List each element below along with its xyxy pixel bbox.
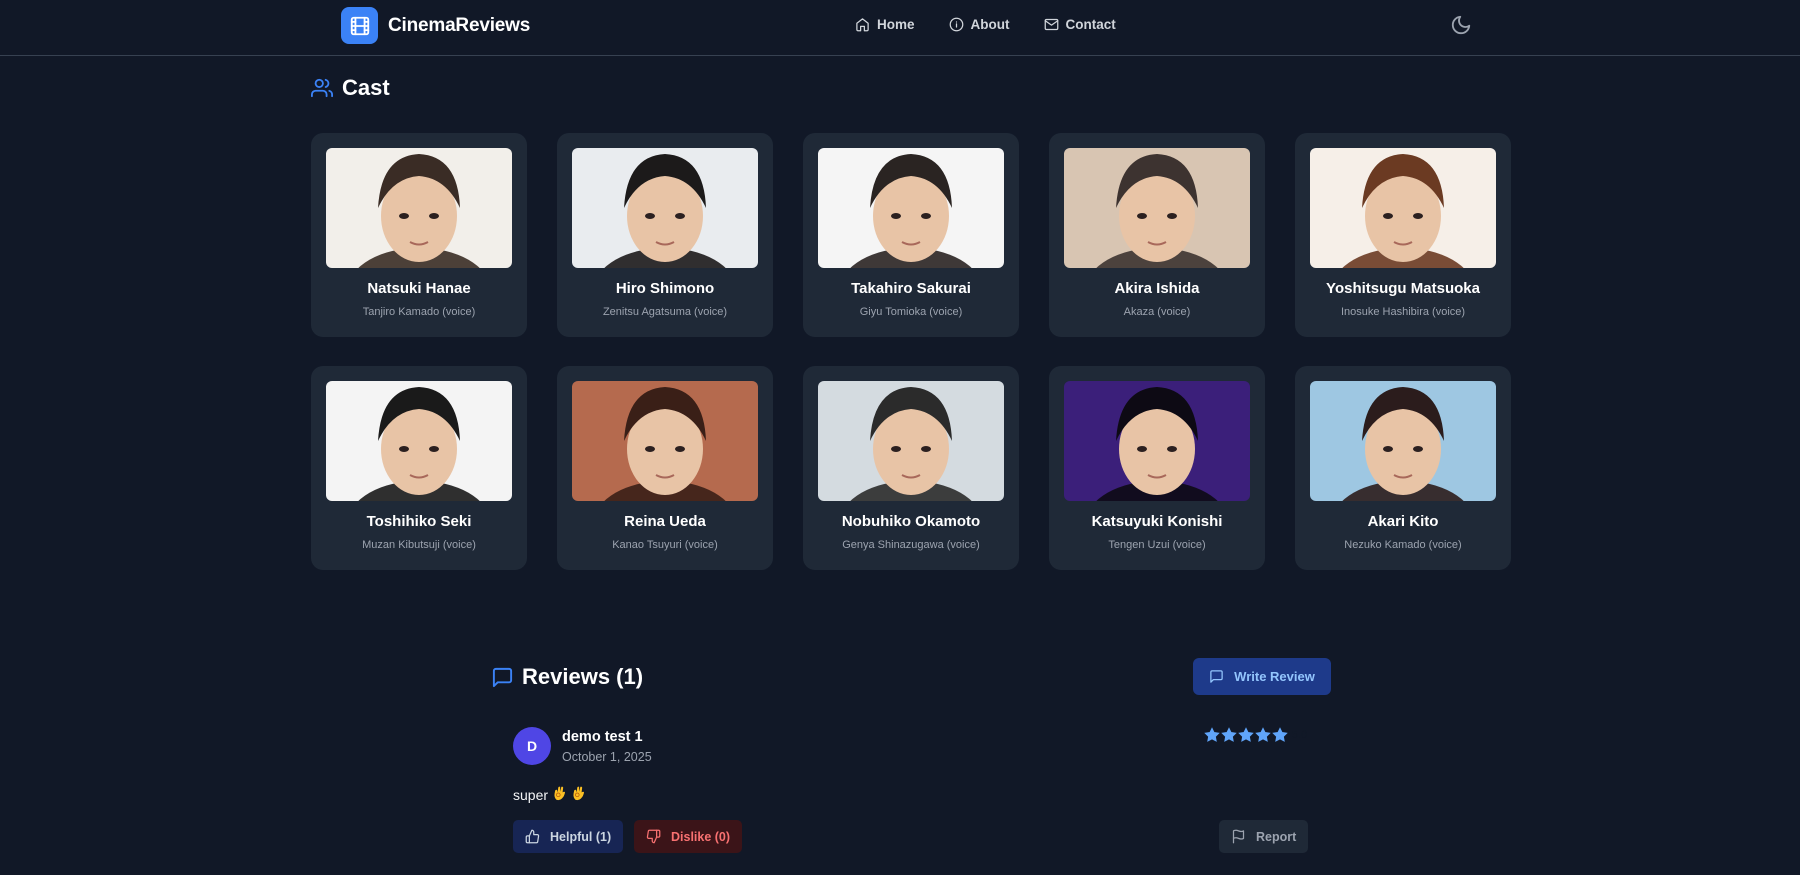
- flag-icon: [1232, 829, 1245, 844]
- report-button[interactable]: Report: [1219, 820, 1309, 853]
- theme-toggle-button[interactable]: [1450, 14, 1474, 38]
- cast-card[interactable]: Akira Ishida Akaza (voice): [1049, 133, 1265, 337]
- actor-photo: [1064, 381, 1250, 501]
- actor-role: Giyu Tomioka (voice): [859, 306, 963, 318]
- actor-name: Yoshitsugu Matsuoka: [1326, 280, 1480, 297]
- cast-card[interactable]: Toshihiko Seki Muzan Kibutsuji (voice): [311, 366, 527, 570]
- actor-photo: [326, 381, 512, 501]
- star-icon: [1238, 727, 1254, 742]
- reviews-title: Reviews (1): [522, 664, 644, 689]
- helpful-label: Helpful (1): [550, 829, 612, 844]
- thumbs-up-icon: [525, 829, 540, 844]
- actor-role: Nezuko Kamado (voice): [1344, 539, 1462, 551]
- write-review-label: Write Review: [1234, 669, 1315, 684]
- reviewer-name[interactable]: demo test 1: [562, 729, 643, 745]
- dislike-button[interactable]: Dislike (0): [634, 820, 743, 853]
- actor-photo: [1310, 381, 1496, 501]
- mail-icon: [1044, 18, 1058, 31]
- review-body: super: [513, 786, 549, 803]
- actor-photo: [818, 148, 1004, 268]
- ok-hand-icon: [552, 785, 567, 804]
- actor-photo: [326, 148, 512, 268]
- actor-name: Takahiro Sakurai: [851, 280, 971, 297]
- cast-title: Cast: [342, 75, 390, 100]
- message-square-icon: [492, 667, 513, 687]
- star-icon: [1204, 727, 1220, 742]
- brand-name: CinemaReviews: [388, 14, 531, 36]
- cast-heading: Cast: [311, 75, 390, 101]
- helpful-button[interactable]: Helpful (1): [513, 820, 624, 853]
- actor-role: Tanjiro Kamado (voice): [362, 306, 476, 318]
- cast-card[interactable]: Natsuki Hanae Tanjiro Kamado (voice): [311, 133, 527, 337]
- nav-links: Home About Contact: [855, 17, 1116, 32]
- actor-name: Hiro Shimono: [615, 280, 715, 297]
- cast-card[interactable]: Katsuyuki Konishi Tengen Uzui (voice): [1049, 366, 1265, 570]
- thumbs-down-icon: [646, 829, 661, 844]
- dislike-label: Dislike (0): [671, 829, 731, 844]
- nav-about-label: About: [970, 17, 1010, 32]
- cast-card[interactable]: Nobuhiko Okamoto Genya Shinazugawa (voic…: [803, 366, 1019, 570]
- report-label: Report: [1256, 829, 1297, 844]
- cast-card[interactable]: Reina Ueda Kanao Tsuyuri (voice): [557, 366, 773, 570]
- actor-role: Genya Shinazugawa (voice): [842, 539, 980, 551]
- cast-card[interactable]: Hiro Shimono Zenitsu Agatsuma (voice): [557, 133, 773, 337]
- actor-name: Katsuyuki Konishi: [1091, 513, 1223, 530]
- rating-value: 5.0: [1292, 729, 1308, 741]
- review-date: October 1, 2025: [562, 750, 652, 764]
- reviews-heading: Reviews (1): [491, 664, 643, 690]
- actor-role: Kanao Tsuyuri (voice): [612, 539, 718, 551]
- actor-role: Muzan Kibutsuji (voice): [362, 539, 476, 551]
- ok-hand-icon: [571, 785, 586, 804]
- info-icon: [949, 17, 963, 32]
- moon-icon: [1451, 15, 1471, 35]
- nav-contact[interactable]: Contact: [1044, 17, 1116, 32]
- review-rating: 5.0: [1204, 727, 1307, 743]
- actor-name: Nobuhiko Okamoto: [841, 513, 981, 530]
- actor-name: Toshihiko Seki: [366, 513, 472, 530]
- actor-name: Reina Ueda: [624, 513, 706, 530]
- star-icon: [1221, 727, 1237, 742]
- top-navbar: CinemaReviews Home About Contact: [0, 0, 1800, 56]
- actor-photo: [1064, 148, 1250, 268]
- cast-card[interactable]: Akari Kito Nezuko Kamado (voice): [1295, 366, 1511, 570]
- actor-role: Tengen Uzui (voice): [1108, 539, 1206, 551]
- ok-hand-emoji-row: [552, 785, 586, 804]
- actor-role: Akaza (voice): [1123, 306, 1191, 318]
- actor-name: Natsuki Hanae: [367, 280, 471, 297]
- cast-card[interactable]: Takahiro Sakurai Giyu Tomioka (voice): [803, 133, 1019, 337]
- brand[interactable]: CinemaReviews: [341, 7, 530, 44]
- actor-role: Zenitsu Agatsuma (voice): [602, 306, 728, 318]
- message-square-icon: [1210, 670, 1223, 683]
- users-icon: [311, 78, 333, 98]
- actor-photo: [572, 148, 758, 268]
- nav-home[interactable]: Home: [855, 17, 915, 32]
- home-icon: [856, 18, 869, 32]
- star-icon: [1255, 727, 1271, 742]
- nav-contact-label: Contact: [1065, 17, 1116, 32]
- star-icon: [1272, 727, 1288, 742]
- actor-name: Akira Ishida: [1114, 280, 1200, 297]
- actor-photo: [1310, 148, 1496, 268]
- rating-stars: [1204, 727, 1288, 743]
- nav-about[interactable]: About: [949, 17, 1010, 32]
- actor-name: Akari Kito: [1367, 513, 1439, 530]
- reviewer-avatar: D: [513, 727, 551, 765]
- actor-photo: [818, 381, 1004, 501]
- cast-card[interactable]: Yoshitsugu Matsuoka Inosuke Hashibira (v…: [1295, 133, 1511, 337]
- film-icon: [341, 7, 378, 44]
- review-text: super: [513, 785, 586, 804]
- nav-home-label: Home: [877, 17, 915, 32]
- actor-photo: [572, 381, 758, 501]
- actor-role: Inosuke Hashibira (voice): [1340, 306, 1466, 318]
- write-review-button[interactable]: Write Review: [1193, 658, 1331, 695]
